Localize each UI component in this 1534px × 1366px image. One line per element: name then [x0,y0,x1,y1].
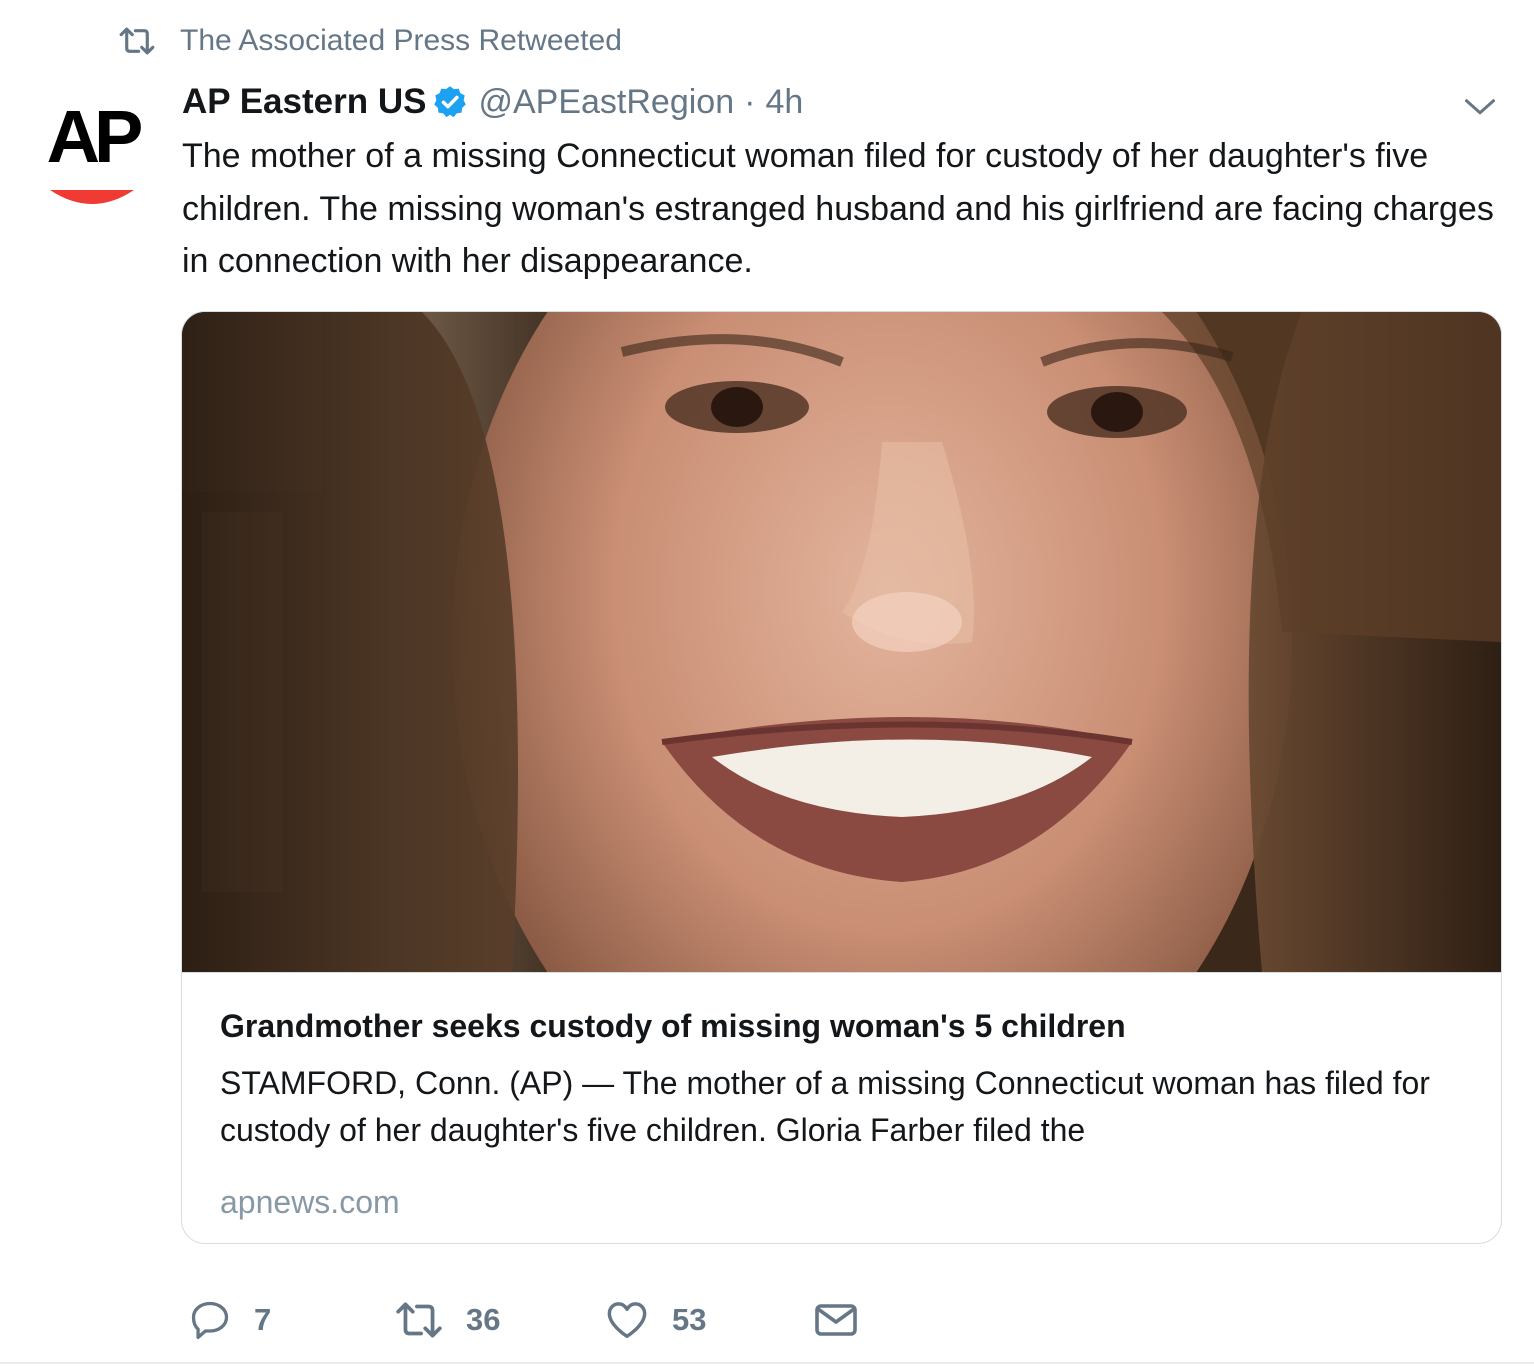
author-display-name[interactable]: AP Eastern US [182,82,426,122]
envelope-icon [815,1304,857,1336]
like-button[interactable]: 53 [604,1292,706,1348]
link-card[interactable]: Grandmother seeks custody of missing wom… [181,311,1502,1244]
like-count: 53 [672,1302,707,1337]
avatar[interactable]: AP [36,95,152,212]
retweet-context-label: The Associated Press Retweeted [180,24,622,57]
tweet-text: The mother of a missing Connecticut woma… [182,137,1494,280]
card-image [182,312,1501,973]
verified-badge-icon [432,84,468,120]
tweet-actions: 7 36 53 [0,1292,1534,1352]
tweet-menu-button[interactable] [1462,88,1498,124]
card-title: Grandmother seeks custody of missing wom… [220,1008,1126,1044]
card-description: STAMFORD, Conn. (AP) — The mother of a m… [220,1065,1430,1148]
header-separator: · [744,82,756,121]
retweet-context[interactable]: The Associated Press Retweeted [118,22,622,60]
tweet-timestamp[interactable]: 4h [765,83,803,122]
chevron-down-icon [1465,99,1495,115]
reply-icon [191,1301,229,1340]
retweet-button[interactable]: 36 [394,1292,500,1348]
heart-icon [607,1302,647,1339]
avatar-logo-text: AP [47,96,141,178]
author-handle[interactable]: @APEastRegion [478,83,734,122]
tweet-divider [0,1362,1534,1364]
retweet-icon [118,22,156,60]
reply-button[interactable]: 7 [188,1292,271,1348]
card-body: Grandmother seeks custody of missing wom… [220,1002,1470,1226]
retweet-count: 36 [466,1302,501,1337]
reply-count: 7 [254,1302,272,1337]
direct-message-button[interactable] [812,1292,860,1348]
card-domain: apnews.com [220,1184,400,1220]
tweet-header: AP Eastern US @APEastRegion · 4h [182,78,803,126]
retweet-icon [396,1302,442,1338]
